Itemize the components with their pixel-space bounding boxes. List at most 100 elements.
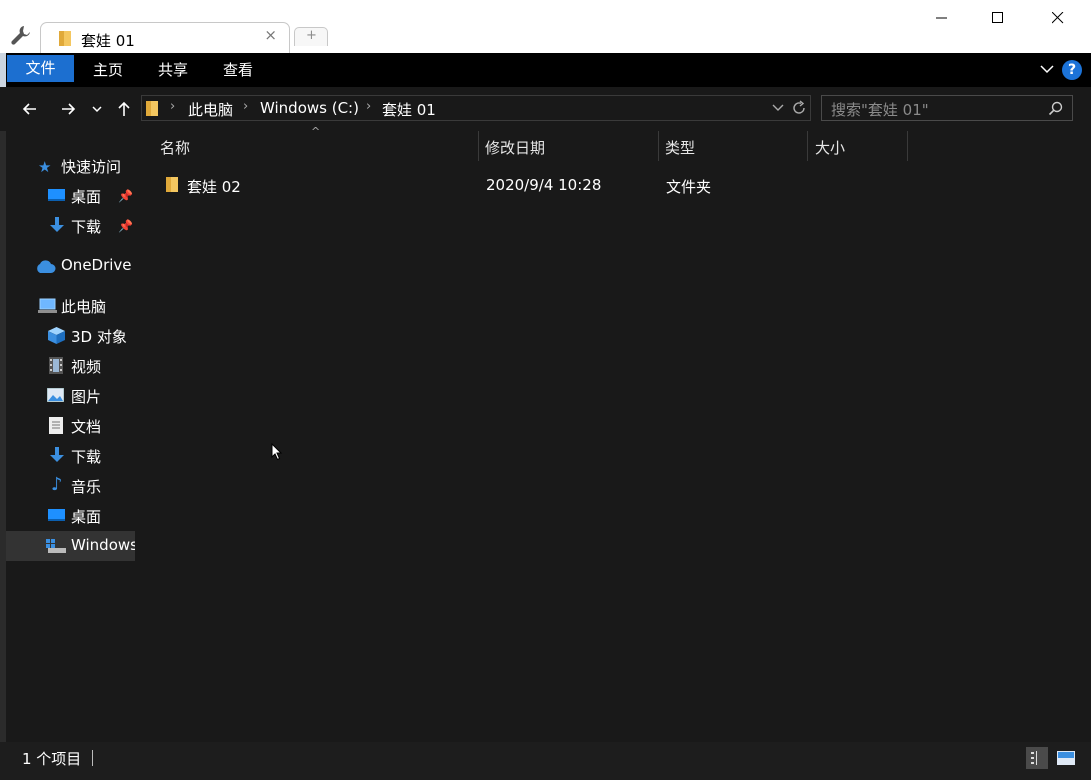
status-divider [92,750,93,766]
sidebar-item-label: 3D 对象 [71,328,127,346]
close-icon [1052,12,1064,24]
explorer-window: 套娃 01 × + 文件 主页 共享 查看 ? › 此电脑 › Windows … [0,0,1091,780]
sidebar-item-pictures[interactable]: 图片 [6,381,135,411]
breadcrumb-drive[interactable]: Windows (C:) [260,99,359,117]
recent-locations-icon[interactable] [90,97,104,121]
file-list: ^ 名称 修改日期 类型 大小 套娃 02 2020/9/4 10:28 文件夹 [135,125,1085,742]
new-tab-button[interactable]: + [294,27,328,46]
column-header-size[interactable]: 大小 [815,137,845,158]
tab-home[interactable]: 主页 [86,53,130,87]
sidebar-item-desktop[interactable]: 桌面 [6,501,135,531]
large-icons-view-icon [1057,751,1075,765]
sidebar-item-label: 图片 [71,388,102,406]
breadcrumb-this-pc[interactable]: 此电脑 [188,99,233,120]
chevron-right-icon[interactable]: › [366,99,371,114]
folder-icon [146,101,158,116]
column-header-type[interactable]: 类型 [665,137,695,158]
tab-share[interactable]: 共享 [151,53,195,87]
sidebar-item-label: 文档 [71,418,102,436]
sidebar-item-music[interactable]: ♪ 音乐 [6,471,135,501]
status-bar: 1 个项目 [0,742,1091,780]
sidebar-item-label: 此电脑 [61,298,107,316]
sidebar-item-this-pc[interactable]: 此电脑 [6,291,135,321]
row-name: 套娃 02 [187,178,241,196]
tab-file[interactable]: 文件 [7,55,74,82]
sidebar-item-label: OneDrive [61,256,132,274]
video-icon [49,357,63,374]
back-icon[interactable] [18,97,42,121]
music-icon: ♪ [51,474,63,495]
sidebar-item-label: 下载 [71,218,102,236]
pin-icon[interactable]: 📌 [118,219,133,233]
column-header-name[interactable]: 名称 [160,137,190,158]
sidebar-item-3d-objects[interactable]: 3D 对象 [6,321,135,351]
tab-view[interactable]: 查看 [216,53,260,87]
download-icon [50,217,64,232]
address-bar[interactable]: › 此电脑 › Windows (C:) › 套娃 01 [141,95,811,121]
sidebar-item-documents[interactable]: 文档 [6,411,135,441]
sidebar-item-label: 桌面 [71,188,102,206]
document-icon [49,417,63,434]
title-bar: 套娃 01 × + [0,0,1091,53]
help-icon[interactable]: ? [1062,60,1082,80]
row-date: 2020/9/4 10:28 [486,176,602,194]
details-view-button[interactable] [1026,747,1048,769]
search-placeholder: 搜索"套娃 01" [831,101,929,119]
cube-icon [48,327,65,344]
large-icons-view-button[interactable] [1055,747,1077,769]
sidebar-item-quick-access[interactable]: ★ 快速访问 [6,151,135,181]
address-dropdown-icon[interactable] [772,104,784,112]
tab-current-folder[interactable]: 套娃 01 × [40,22,290,53]
sidebar-item-label: Windows [71,536,135,554]
column-divider[interactable] [658,131,659,161]
minimize-button[interactable] [920,5,966,33]
plus-icon: + [306,28,317,43]
scrollbar[interactable] [1085,131,1091,742]
search-icon[interactable] [1048,101,1063,116]
mouse-cursor [271,443,283,461]
column-header-date[interactable]: 修改日期 [485,137,545,158]
pin-icon[interactable]: 📌 [118,189,133,203]
minimize-icon [936,17,947,19]
forward-icon[interactable] [56,97,80,121]
star-icon: ★ [38,158,52,176]
desktop-icon [48,509,65,521]
column-divider[interactable] [907,131,908,161]
picture-icon [47,388,64,402]
folder-icon [166,177,178,192]
maximize-icon [992,12,1003,23]
breadcrumb-folder[interactable]: 套娃 01 [382,99,436,120]
sidebar-item-label: 下载 [71,448,102,466]
sidebar-item-desktop-pinned[interactable]: 桌面 📌 [6,181,135,211]
cloud-icon [37,260,56,273]
sidebar-item-label: 音乐 [71,478,102,496]
column-divider[interactable] [478,131,479,161]
tab-title: 套娃 01 [81,32,135,50]
desktop-icon [48,189,65,201]
sort-ascending-icon: ^ [311,125,321,138]
sidebar-item-label: 快速访问 [61,158,122,176]
address-row: › 此电脑 › Windows (C:) › 套娃 01 搜索"套娃 01" [0,87,1091,131]
sidebar-item-downloads-pinned[interactable]: 下载 📌 [6,211,135,241]
search-field[interactable]: 搜索"套娃 01" [821,95,1073,121]
drive-icon [46,539,66,553]
chevron-right-icon[interactable]: › [243,99,248,114]
navigation-pane: ★ 快速访问 桌面 📌 下载 📌 OneDrive 此电脑 3D 对象 视频 图… [6,131,135,742]
ribbon-expand-icon[interactable] [1040,64,1054,74]
chevron-right-icon[interactable]: › [170,99,175,114]
sidebar-item-videos[interactable]: 视频 [6,351,135,381]
item-count: 1 个项目 [22,750,82,768]
refresh-icon[interactable] [791,100,807,116]
maximize-button[interactable] [976,5,1022,33]
close-button[interactable] [1036,5,1082,33]
sidebar-item-windows-drive[interactable]: Windows [6,531,135,561]
up-icon[interactable] [112,97,136,121]
table-row[interactable]: 套娃 02 2020/9/4 10:28 文件夹 [135,171,1085,201]
details-view-icon [1031,751,1037,765]
sidebar-item-onedrive[interactable]: OneDrive [6,251,135,281]
sidebar-item-label: 桌面 [71,508,102,526]
column-divider[interactable] [807,131,808,161]
wrench-icon[interactable] [10,24,32,46]
sidebar-item-downloads[interactable]: 下载 [6,441,135,471]
tab-close-icon[interactable]: × [264,26,277,44]
